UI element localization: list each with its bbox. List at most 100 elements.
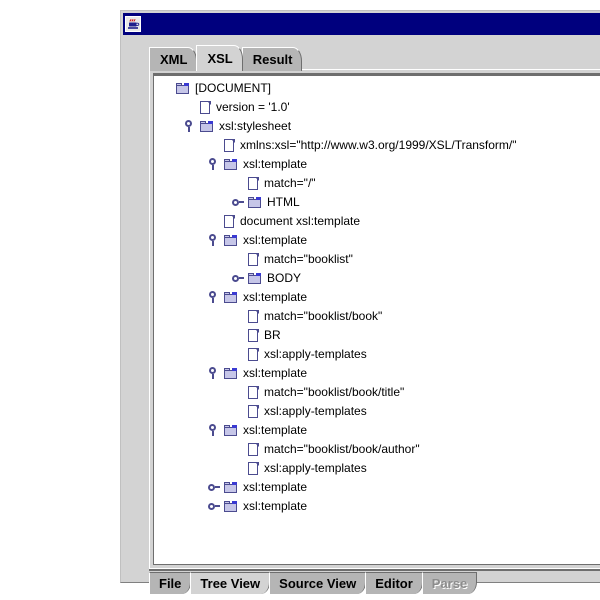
button-label: Source View [279,576,357,591]
tree-row[interactable]: match="booklist/book" [154,307,600,326]
tree-row[interactable]: match="/" [154,174,600,193]
tree-expand-handle-closed[interactable] [207,480,222,495]
tree-row[interactable]: document xsl:template [154,212,600,231]
tree-expand-handle-open[interactable] [183,119,198,134]
tree-row[interactable]: HTML [154,193,600,212]
xsl-tree: [DOCUMENT] version = '1.0' xsl:stylesheet x… [154,79,600,564]
document-icon-part [255,348,259,352]
top-tabstrip: XML XSL Result [149,45,303,71]
folder-icon-part [232,481,237,485]
tree-scroll-area[interactable]: [DOCUMENT] version = '1.0' xsl:stylesheet x… [153,73,600,565]
document-icon-part [231,215,235,219]
tree-row[interactable]: xsl:template [154,478,600,497]
folder-icon-part [224,483,237,493]
tab-result[interactable]: Result [241,47,303,71]
tree-row[interactable]: xsl:apply-templates [154,402,600,421]
window-titlebar[interactable] [123,13,600,35]
handle-knob [209,424,216,431]
folder-icon [223,481,239,495]
folder-icon-part [256,272,261,276]
tree-row-label: xsl:template [243,499,308,513]
tree-row[interactable]: [DOCUMENT] [154,79,600,98]
folder-icon-part [224,160,237,170]
document-icon-part [255,405,259,409]
folder-icon-part [232,367,237,371]
folder-icon [223,500,239,514]
tree-expand-handle-open[interactable] [207,423,222,438]
folder-icon-part [232,234,237,238]
tree-row-label: xsl:template [243,480,308,494]
tree-row[interactable]: BODY [154,269,600,288]
handle-knob [209,158,216,165]
document-icon-part [231,139,235,143]
document-icon-part [255,310,259,314]
button-source-view[interactable]: Source View [269,572,367,594]
document-icon [247,309,260,324]
document-icon-part [255,177,259,181]
bottom-separator [149,569,600,571]
handle-stem [212,165,214,170]
folder-icon-part [184,82,189,86]
document-icon-part [255,386,259,390]
folder-icon-part [232,291,237,295]
tree-row[interactable]: xmlns:xsl="http://www.w3.org/1999/XSL/Tr… [154,136,600,155]
tree-row[interactable]: xsl:template [154,364,600,383]
folder-icon-part [256,196,261,200]
tree-row-label: HTML [267,195,300,209]
document-icon [247,404,260,419]
tree-expand-handle-open[interactable] [207,157,222,172]
tree-row[interactable]: xsl:stylesheet [154,117,600,136]
folder-icon-part [208,120,213,124]
button-file[interactable]: File [149,572,192,594]
tree-row[interactable]: xsl:template [154,288,600,307]
tree-row[interactable]: version = '1.0' [154,98,600,117]
document-icon [247,328,260,343]
document-icon [223,138,236,153]
tab-xsl[interactable]: XSL [196,45,243,71]
tree-expand-handle-open[interactable] [207,366,222,381]
tree-expand-handle-open[interactable] [207,233,222,248]
folder-icon [223,158,239,172]
folder-icon [223,424,239,438]
tree-row[interactable]: xsl:template [154,497,600,516]
tree-row[interactable]: match="booklist/book/author" [154,440,600,459]
folder-icon-part [232,424,237,428]
folder-icon [199,120,215,134]
screen: XML XSL Result [DOCUMENT] version = '1.0' xs… [0,0,600,600]
tree-expand-handle-closed[interactable] [231,271,246,286]
folder-icon [247,196,263,210]
folder-icon [175,82,191,96]
document-icon-part [255,329,259,333]
tree-row-label: match="booklist/book/title" [264,385,405,399]
tree-row-label: xsl:stylesheet [219,119,292,133]
folder-icon-part [248,274,261,284]
tree-row[interactable]: match="booklist/book/title" [154,383,600,402]
java-coffee-cup-icon [125,16,141,32]
tree-row[interactable]: xsl:template [154,231,600,250]
tree-row[interactable]: BR [154,326,600,345]
tree-row-label: xsl:template [243,366,308,380]
tree-row[interactable]: xsl:template [154,421,600,440]
handle-stem [212,431,214,436]
tree-row[interactable]: match="booklist" [154,250,600,269]
folder-icon [223,234,239,248]
tree-row-label: match="booklist/book/author" [264,442,420,456]
tree-expand-handle-closed[interactable] [231,195,246,210]
button-tree-view[interactable]: Tree View [190,572,271,594]
button-label: File [159,576,182,591]
button-label: Tree View [200,576,261,591]
tree-panel: [DOCUMENT] version = '1.0' xsl:stylesheet x… [149,69,600,569]
document-icon-part [207,101,211,105]
document-icon [199,100,212,115]
application-window: XML XSL Result [DOCUMENT] version = '1.0' xs… [118,8,600,594]
handle-knob [185,120,192,127]
tree-row[interactable]: xsl:apply-templates [154,345,600,364]
tree-row-label: xsl:template [243,233,308,247]
tab-xml[interactable]: XML [149,47,198,71]
folder-icon-part [224,293,237,303]
tree-expand-handle-open[interactable] [207,290,222,305]
tree-row[interactable]: xsl:apply-templates [154,459,600,478]
tree-row[interactable]: xsl:template [154,155,600,174]
button-editor[interactable]: Editor [365,572,423,594]
tree-expand-handle-closed[interactable] [207,499,222,514]
